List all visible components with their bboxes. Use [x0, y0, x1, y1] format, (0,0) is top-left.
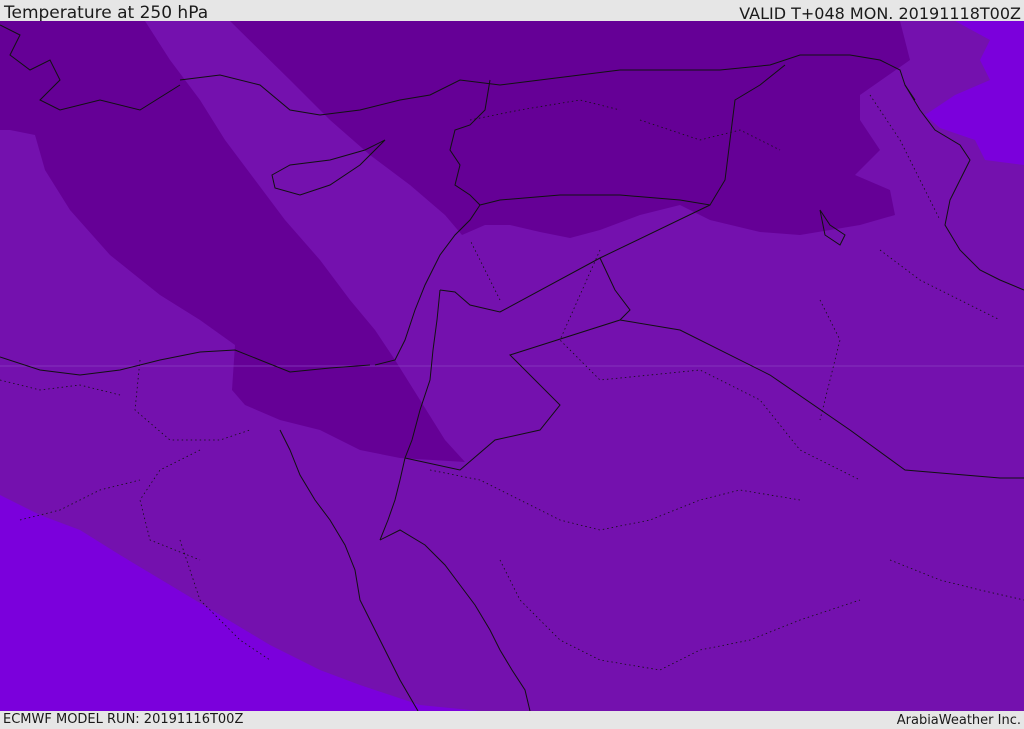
model-run-label: ECMWF MODEL RUN: 20191116T00Z: [3, 712, 244, 727]
header-bar: Temperature at 250 hPa VALID T+048 MON. …: [0, 0, 1024, 23]
map-title: Temperature at 250 hPa: [4, 3, 209, 23]
credit-label: ArabiaWeather Inc.: [896, 713, 1021, 728]
temperature-map[interactable]: [0, 21, 1024, 711]
footer-bar: ECMWF MODEL RUN: 20191116T00Z ArabiaWeat…: [0, 711, 1024, 729]
